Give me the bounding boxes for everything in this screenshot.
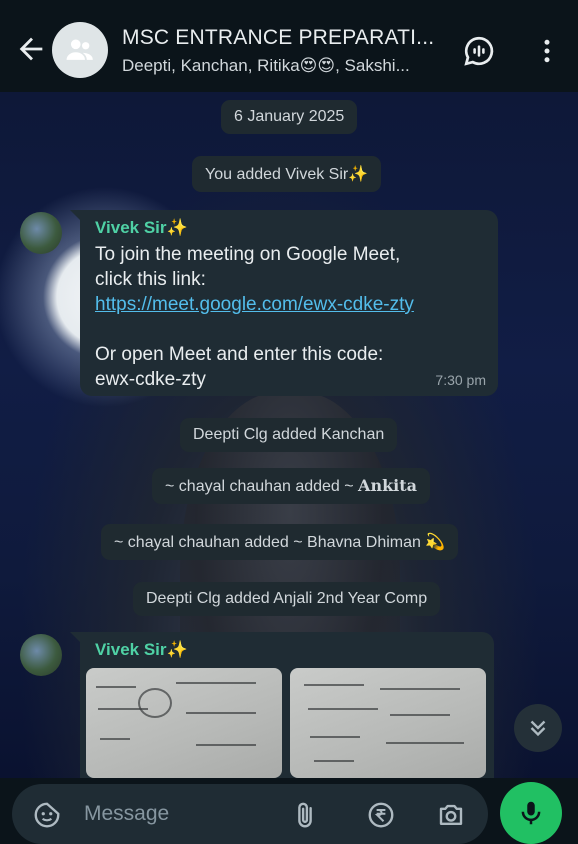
message-text: To join the meeting on Google Meet, clic… bbox=[95, 242, 484, 392]
sender-name[interactable]: Vivek Sir✨ bbox=[95, 218, 484, 238]
composer: Message bbox=[0, 778, 578, 844]
more-options-button[interactable] bbox=[530, 34, 564, 68]
message-time: 7:30 pm bbox=[435, 372, 486, 388]
double-chevron-down-icon bbox=[530, 720, 546, 737]
system-message: ~ chayal chauhan added ~ Ankita bbox=[152, 468, 431, 504]
sender-avatar[interactable] bbox=[20, 212, 62, 254]
group-avatar[interactable] bbox=[52, 22, 108, 78]
sender-name[interactable]: Vivek Sir✨ bbox=[95, 640, 480, 660]
system-message: ~ chayal chauhan added ~ Bhavna Dhiman 💫 bbox=[101, 524, 459, 560]
more-vertical-icon bbox=[544, 39, 550, 63]
camera-icon[interactable] bbox=[436, 800, 466, 830]
message-line: To join the meeting on Google Meet, bbox=[95, 244, 401, 265]
system-message: Deepti Clg added Anjali 2nd Year Comp bbox=[133, 582, 441, 616]
scroll-to-bottom-button[interactable] bbox=[514, 704, 562, 752]
group-members: Deepti, Kanchan, Ritika😍😍, Sakshi... bbox=[122, 56, 410, 75]
message-line: ewx-cdke-zty bbox=[95, 369, 206, 390]
chat-header: MSC ENTRANCE PREPARATI... Deepti, Kancha… bbox=[0, 0, 578, 92]
chat-title-area[interactable]: MSC ENTRANCE PREPARATI... Deepti, Kancha… bbox=[122, 26, 442, 76]
chat-area[interactable]: 6 January 2025 You added Vivek Sir✨ Vive… bbox=[0, 92, 578, 778]
voice-record-button[interactable] bbox=[500, 782, 562, 844]
system-message: You added Vivek Sir✨ bbox=[192, 156, 382, 192]
attach-icon[interactable] bbox=[290, 800, 320, 830]
system-message-text: ~ chayal chauhan added ~ bbox=[165, 478, 359, 495]
message-input-bar[interactable]: Message bbox=[12, 784, 488, 844]
microphone-icon bbox=[521, 801, 541, 825]
message-line: click this link: bbox=[95, 269, 206, 290]
image-thumbnail[interactable] bbox=[290, 668, 486, 778]
system-message-name: Ankita bbox=[358, 476, 418, 495]
meet-link[interactable]: https://meet.google.com/ewx-cdke-zty bbox=[95, 292, 484, 317]
sender-avatar[interactable] bbox=[20, 634, 62, 676]
system-message: Deepti Clg added Kanchan bbox=[180, 418, 398, 452]
group-icon bbox=[66, 39, 93, 60]
voice-chat-icon bbox=[464, 36, 494, 66]
date-pill: 6 January 2025 bbox=[221, 100, 358, 134]
back-arrow-icon[interactable] bbox=[14, 32, 48, 66]
voice-chat-button[interactable] bbox=[462, 34, 496, 68]
message-input[interactable]: Message bbox=[84, 802, 169, 826]
message-line: Or open Meet and enter this code: bbox=[95, 344, 384, 365]
rupee-payment-icon[interactable] bbox=[366, 800, 396, 830]
image-message-bubble[interactable]: Vivek Sir✨ bbox=[70, 632, 494, 778]
group-name: MSC ENTRANCE PREPARATI... bbox=[122, 26, 435, 49]
message-bubble[interactable]: Vivek Sir✨ To join the meeting on Google… bbox=[70, 210, 498, 396]
sticker-icon[interactable] bbox=[32, 800, 62, 830]
image-thumbnail[interactable] bbox=[86, 668, 282, 778]
